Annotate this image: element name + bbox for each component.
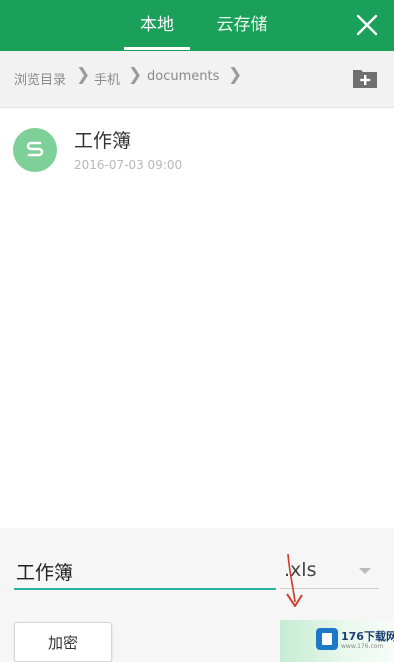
header-bar: 本地 云存储 xyxy=(0,0,394,51)
close-icon xyxy=(356,14,378,36)
watermark-url: www.176.com xyxy=(341,643,384,650)
annotation-arrow-icon xyxy=(286,553,303,607)
file-list: 工作簿 2016-07-03 09:00 xyxy=(0,108,394,528)
watermark-text: 176下载网 xyxy=(341,630,394,643)
chevron-right-icon: ❯ xyxy=(76,65,91,85)
active-tab-indicator xyxy=(124,47,190,50)
watermark-logo: 176下载网 www.176.com xyxy=(316,626,394,654)
save-panel: .xls 加密 176下载网 www.176.com xyxy=(0,528,394,662)
chevron-right-icon: ❯ xyxy=(228,65,243,85)
close-button[interactable] xyxy=(354,12,380,38)
spreadsheet-s-icon xyxy=(13,128,57,172)
tab-local[interactable]: 本地 xyxy=(124,0,190,51)
breadcrumb: 浏览目录 ❯ 手机 ❯ documents ❯ xyxy=(0,51,394,108)
breadcrumb-item-documents[interactable]: documents xyxy=(147,69,219,84)
filename-input[interactable] xyxy=(14,554,276,590)
save-as-screen: 本地 云存储 浏览目录 ❯ 手机 ❯ documents ❯ 工作簿 2016-… xyxy=(0,0,394,662)
dropdown-caret-icon xyxy=(359,568,371,574)
encrypt-button[interactable]: 加密 xyxy=(14,622,112,662)
chevron-right-icon: ❯ xyxy=(128,65,143,85)
new-folder-button[interactable] xyxy=(352,67,378,89)
site-logo-icon xyxy=(316,628,338,650)
tab-cloud-storage[interactable]: 云存储 xyxy=(206,0,278,51)
list-item[interactable]: 工作簿 2016-07-03 09:00 xyxy=(0,114,394,184)
folder-plus-icon xyxy=(353,70,377,88)
file-date: 2016-07-03 09:00 xyxy=(74,158,183,172)
breadcrumb-item-browse[interactable]: 浏览目录 xyxy=(14,69,66,88)
breadcrumb-item-phone[interactable]: 手机 xyxy=(94,69,120,88)
file-name: 工作簿 xyxy=(74,130,132,152)
